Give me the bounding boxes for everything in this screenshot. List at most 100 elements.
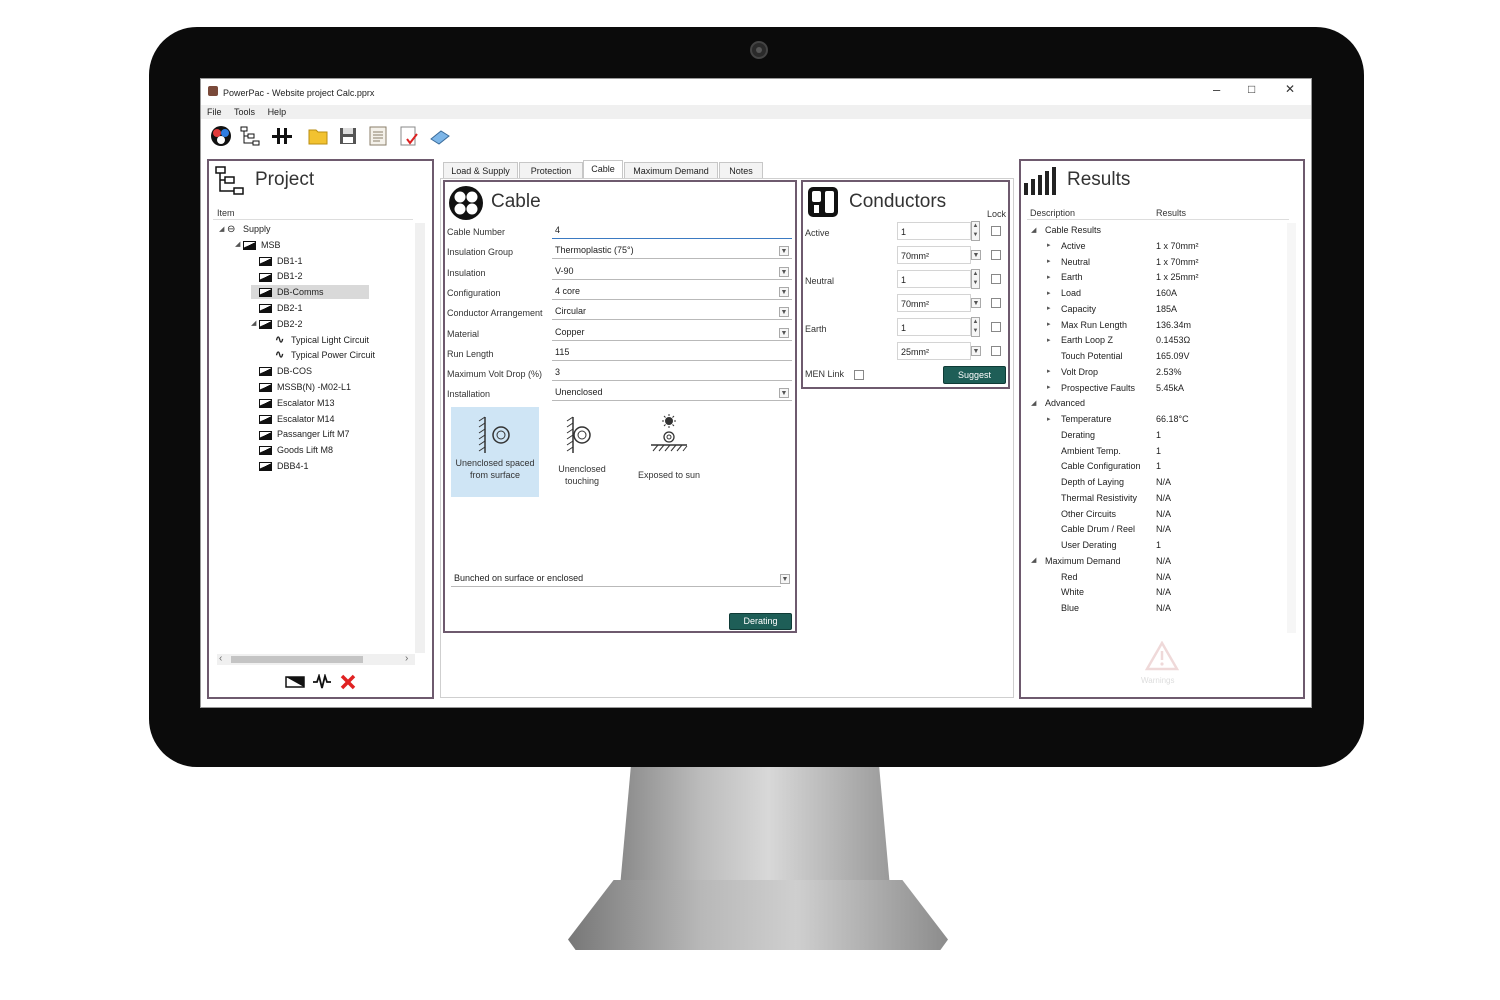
chevron-down-icon[interactable]: ▼ <box>779 266 789 277</box>
expand-arrow-icon[interactable]: ▸ <box>1047 287 1055 301</box>
scroll-left-arrow[interactable]: ‹ <box>219 653 222 664</box>
expand-arrow-icon[interactable]: ▸ <box>1047 318 1055 332</box>
open-folder-icon[interactable] <box>307 125 329 147</box>
tree-item[interactable]: Escalator M14 <box>251 412 335 426</box>
result-row[interactable]: Thermal Resistivity <box>1047 491 1137 505</box>
expand-arrow-icon[interactable]: ◢ <box>1031 397 1039 411</box>
tree-item[interactable]: Goods Lift M8 <box>251 443 333 457</box>
conductor-count-input[interactable]: 1 <box>897 222 971 240</box>
grouping-select[interactable]: Bunched on surface or enclosed <box>451 572 781 587</box>
tab-cable[interactable]: Cable <box>583 160 623 178</box>
tree-item[interactable]: ◢ MSB <box>235 238 281 252</box>
result-row[interactable]: Blue <box>1047 601 1079 615</box>
lock-checkbox[interactable] <box>991 322 1001 332</box>
result-row[interactable]: Touch Potential <box>1047 349 1123 363</box>
tab-load-supply[interactable]: Load & Supply <box>443 162 518 178</box>
chevron-down-icon[interactable]: ▼ <box>779 286 789 297</box>
busbar-icon[interactable] <box>271 125 293 147</box>
expand-arrow-icon[interactable]: ◢ <box>219 223 227 237</box>
tree-item[interactable]: DB-Comms <box>251 285 369 300</box>
tree-item[interactable]: Escalator M13 <box>251 396 335 410</box>
tab-notes[interactable]: Notes <box>719 162 763 178</box>
result-row[interactable]: White <box>1047 585 1084 599</box>
check-document-icon[interactable] <box>398 125 420 147</box>
chevron-down-icon[interactable]: ▼ <box>779 327 789 338</box>
expand-arrow-icon[interactable]: ▸ <box>1047 381 1055 395</box>
scroll-thumb[interactable] <box>231 656 363 663</box>
result-row[interactable]: ▸ Volt Drop <box>1047 365 1098 379</box>
lock-checkbox[interactable] <box>991 226 1001 236</box>
conductor-size-select[interactable]: 70mm² <box>897 294 971 312</box>
menu-tools[interactable]: Tools <box>234 105 255 119</box>
tree-icon[interactable] <box>239 125 261 147</box>
tree-vertical-scrollbar[interactable] <box>415 223 425 653</box>
result-row[interactable]: ▸ Max Run Length <box>1047 318 1127 332</box>
scroll-right-arrow[interactable]: › <box>405 653 408 664</box>
tree-item[interactable]: Passanger Lift M7 <box>251 427 350 441</box>
expand-arrow-icon[interactable]: ◢ <box>1031 224 1039 238</box>
tree-item[interactable]: DB2-1 <box>251 301 303 315</box>
conductor-count-input[interactable]: 1 <box>897 318 971 336</box>
result-row[interactable]: ◢ Advanced <box>1031 396 1085 410</box>
menu-help[interactable]: Help <box>268 105 287 119</box>
chevron-down-icon[interactable]: ▼ <box>779 388 789 399</box>
close-button[interactable]: ✕ <box>1285 82 1295 96</box>
option-exposed-to-sun[interactable]: Exposed to sun <box>627 407 711 497</box>
stepper-icon[interactable]: ▲ ▼ <box>971 269 980 289</box>
expand-arrow-icon[interactable]: ▸ <box>1047 365 1055 379</box>
lock-checkbox[interactable] <box>991 250 1001 260</box>
lock-checkbox[interactable] <box>991 274 1001 284</box>
expand-arrow-icon[interactable]: ▸ <box>1047 334 1055 348</box>
result-row[interactable]: ◢ Cable Results <box>1031 223 1101 237</box>
result-row[interactable]: ▸ Prospective Faults <box>1047 381 1135 395</box>
option-unenclosed-spaced[interactable]: Unenclosed spaced from surface <box>451 407 539 497</box>
stepper-icon[interactable]: ▲ ▼ <box>971 221 980 241</box>
conductor-size-select[interactable]: 70mm² <box>897 246 971 264</box>
result-row[interactable]: Ambient Temp. <box>1047 444 1121 458</box>
stepper-icon[interactable]: ▲ ▼ <box>971 317 980 337</box>
expand-arrow-icon[interactable]: ▸ <box>1047 302 1055 316</box>
tree-item[interactable]: DB1-1 <box>251 254 303 268</box>
menu-file[interactable]: File <box>207 105 222 119</box>
expand-arrow-icon[interactable]: ◢ <box>235 238 243 252</box>
result-row[interactable]: ▸ Earth Loop Z <box>1047 333 1113 347</box>
save-icon[interactable] <box>337 125 359 147</box>
result-row[interactable]: Depth of Laying <box>1047 475 1124 489</box>
result-row[interactable]: ▸ Earth <box>1047 270 1083 284</box>
field-input[interactable]: 115 <box>552 346 792 361</box>
tree-horizontal-scrollbar[interactable]: ‹ › <box>217 653 415 665</box>
report-icon[interactable] <box>367 125 389 147</box>
suggest-button[interactable]: Suggest <box>943 366 1006 384</box>
tab-maximum-demand[interactable]: Maximum Demand <box>624 162 718 178</box>
add-board-icon[interactable] <box>285 675 305 689</box>
field-select[interactable]: Thermoplastic (75°) <box>552 244 792 260</box>
calculator-icon[interactable] <box>429 125 451 147</box>
chevron-down-icon[interactable]: ▼ <box>971 250 981 260</box>
chevron-down-icon[interactable]: ▼ <box>779 246 789 257</box>
conductor-count-input[interactable]: 1 <box>897 270 971 288</box>
field-select[interactable]: 4 core <box>552 285 792 300</box>
result-row[interactable]: ▸ Neutral <box>1047 255 1090 269</box>
result-row[interactable]: ▸ Capacity <box>1047 302 1096 316</box>
tree-item[interactable]: DB1-2 <box>251 269 303 283</box>
chevron-down-icon[interactable]: ▼ <box>971 346 981 356</box>
field-input[interactable]: 4 <box>552 224 792 239</box>
result-row[interactable]: ▸ Temperature <box>1047 412 1112 426</box>
tree-item[interactable]: ◢ DB2-2 <box>251 317 303 331</box>
tree-item[interactable]: MSSB(N) -M02-L1 <box>251 380 351 394</box>
tree-item[interactable]: ∿ Typical Power Circuit <box>267 348 375 362</box>
men-link-checkbox[interactable] <box>854 370 864 380</box>
minimize-button[interactable]: – <box>1213 82 1220 97</box>
result-row[interactable]: Red <box>1047 570 1078 584</box>
delete-icon[interactable] <box>339 673 357 691</box>
conductor-size-select[interactable]: 25mm² <box>897 342 971 360</box>
result-row[interactable]: ▸ Active <box>1047 239 1086 253</box>
tree-item[interactable]: ◢ ⊖ Supply <box>219 222 271 236</box>
field-select[interactable]: V-90 <box>552 265 792 280</box>
expand-arrow-icon[interactable]: ◢ <box>1031 554 1039 568</box>
expand-arrow-icon[interactable]: ▸ <box>1047 255 1055 269</box>
result-row[interactable]: Derating <box>1047 428 1095 442</box>
tree-item[interactable]: ∿ Typical Light Circuit <box>267 333 369 347</box>
result-row[interactable]: Cable Configuration <box>1047 459 1141 473</box>
mode-icon[interactable] <box>210 125 232 147</box>
